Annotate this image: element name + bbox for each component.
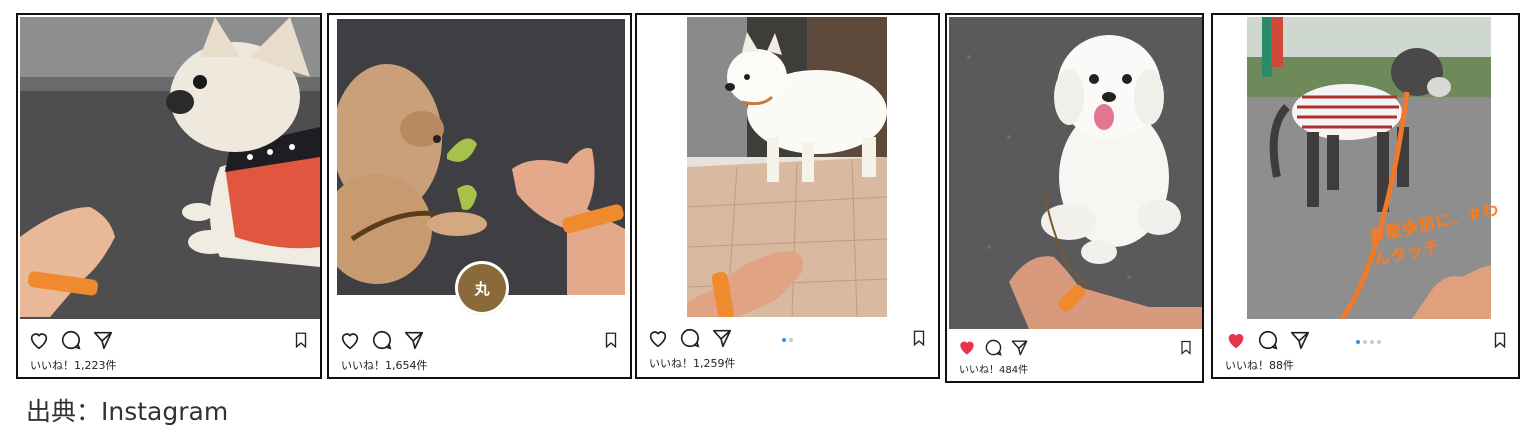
comment-icon[interactable] xyxy=(679,327,701,349)
post-card-5: お散歩前に、#わんタッチ いいね！88件 xyxy=(1211,13,1520,379)
post-actions-1 xyxy=(18,325,320,359)
carousel-dot xyxy=(1377,340,1381,344)
post-actions-3 xyxy=(637,323,938,357)
paw-badge: 丸 xyxy=(455,261,509,315)
heart-icon[interactable] xyxy=(957,337,977,357)
post-actions-5 xyxy=(1213,325,1518,359)
heart-icon[interactable] xyxy=(647,327,669,349)
share-icon[interactable] xyxy=(1010,338,1029,357)
likes-count: いいね！1,259件 xyxy=(649,357,736,370)
share-icon[interactable] xyxy=(1289,329,1311,351)
bookmark-icon[interactable] xyxy=(1178,338,1194,357)
share-icon[interactable] xyxy=(403,329,425,351)
post-photo-2[interactable] xyxy=(337,19,625,295)
source-caption: 出典：Instagram xyxy=(26,397,229,426)
share-icon[interactable] xyxy=(92,329,114,351)
post-card-3: いいね！1,259件 xyxy=(635,13,940,379)
comment-icon[interactable] xyxy=(60,329,82,351)
bookmark-icon[interactable] xyxy=(602,329,620,351)
carousel-dots xyxy=(1356,340,1381,344)
heart-icon[interactable] xyxy=(1225,329,1247,351)
bookmark-icon[interactable] xyxy=(1491,329,1509,351)
likes-count: いいね！484件 xyxy=(959,365,1029,376)
bookmark-icon[interactable] xyxy=(292,329,310,351)
post-photo-3[interactable] xyxy=(687,17,887,317)
comment-icon[interactable] xyxy=(984,338,1003,357)
carousel-dot-active xyxy=(782,338,786,342)
post-photo-4[interactable] xyxy=(949,17,1202,329)
post-photo-1[interactable] xyxy=(20,17,320,319)
carousel-dots xyxy=(782,338,793,342)
post-card-4: いいね！484件 xyxy=(945,13,1204,383)
comment-icon[interactable] xyxy=(371,329,393,351)
carousel-dot-active xyxy=(1356,340,1360,344)
carousel-dot xyxy=(1363,340,1367,344)
post-actions-2 xyxy=(329,325,630,359)
post-card-2: 丸 いいね！1,654件 xyxy=(327,13,632,379)
carousel-dot xyxy=(789,338,793,342)
comment-icon[interactable] xyxy=(1257,329,1279,351)
bookmark-icon[interactable] xyxy=(910,327,928,349)
heart-icon[interactable] xyxy=(339,329,361,351)
likes-count: いいね！88件 xyxy=(1225,359,1294,372)
post-card-1: いいね！1,223件 xyxy=(16,13,322,379)
post-photo-5[interactable] xyxy=(1247,17,1491,319)
likes-count: いいね！1,654件 xyxy=(341,359,428,372)
share-icon[interactable] xyxy=(711,327,733,349)
likes-count: いいね！1,223件 xyxy=(30,359,117,372)
carousel-dot xyxy=(1370,340,1374,344)
heart-icon[interactable] xyxy=(28,329,50,351)
